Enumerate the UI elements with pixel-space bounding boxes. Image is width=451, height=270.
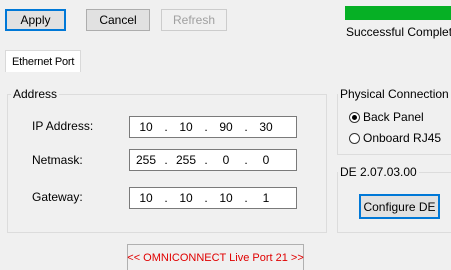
ip-address-field[interactable]: 10 . 10 . 90 . 30 xyxy=(129,116,297,138)
ip-dot: . xyxy=(204,120,208,134)
progress-bar xyxy=(345,6,451,20)
status-text: Successful Completi xyxy=(346,25,451,39)
apply-button[interactable]: Apply xyxy=(5,9,66,31)
netmask-field[interactable]: 255 . 255 . 0 . 0 xyxy=(129,149,297,171)
netmask-octet-3[interactable]: 0 xyxy=(210,153,242,167)
gateway-octet-1[interactable]: 10 xyxy=(130,191,162,205)
tab-ethernet-port[interactable]: Ethernet Port xyxy=(5,50,82,72)
gateway-label: Gateway: xyxy=(32,190,83,204)
netmask-label: Netmask: xyxy=(32,153,83,167)
radio-back-panel[interactable]: Back Panel xyxy=(349,110,424,124)
netmask-dot: . xyxy=(204,153,208,167)
gateway-octet-4[interactable]: 1 xyxy=(250,191,282,205)
live-port-banner: << OMNICONNECT Live Port 21 >> xyxy=(127,244,304,270)
gateway-octet-3[interactable]: 10 xyxy=(210,191,242,205)
physical-connection-legend: Physical Connection xyxy=(340,87,449,101)
de-version-legend: DE 2.07.03.00 xyxy=(340,165,417,179)
radio-onboard-rj45-label: Onboard RJ45 xyxy=(363,131,442,145)
ip-octet-1[interactable]: 10 xyxy=(130,120,162,134)
netmask-dot: . xyxy=(164,153,168,167)
progress-fill xyxy=(345,6,451,20)
gateway-octet-2[interactable]: 10 xyxy=(170,191,202,205)
netmask-dot: . xyxy=(244,153,248,167)
netmask-octet-4[interactable]: 0 xyxy=(250,153,282,167)
cancel-button[interactable]: Cancel xyxy=(86,9,150,31)
radio-onboard-rj45[interactable]: Onboard RJ45 xyxy=(349,131,441,145)
radio-back-panel-label: Back Panel xyxy=(363,110,424,124)
configure-de-button[interactable]: Configure DE xyxy=(359,194,440,219)
ip-octet-3[interactable]: 90 xyxy=(210,120,242,134)
ip-octet-2[interactable]: 10 xyxy=(170,120,202,134)
ip-octet-4[interactable]: 30 xyxy=(250,120,282,134)
radio-unselected-icon[interactable] xyxy=(349,132,360,144)
address-legend: Address xyxy=(13,87,58,101)
gateway-dot: . xyxy=(244,191,248,205)
ip-dot: . xyxy=(164,120,168,134)
ip-address-label: IP Address: xyxy=(32,119,94,133)
radio-selected-icon[interactable] xyxy=(349,111,360,123)
gateway-dot: . xyxy=(204,191,208,205)
gateway-dot: . xyxy=(164,191,168,205)
netmask-octet-1[interactable]: 255 xyxy=(130,153,162,167)
refresh-button[interactable]: Refresh xyxy=(161,9,227,31)
ip-dot: . xyxy=(244,120,248,134)
netmask-octet-2[interactable]: 255 xyxy=(170,153,202,167)
gateway-field[interactable]: 10 . 10 . 10 . 1 xyxy=(129,187,297,209)
